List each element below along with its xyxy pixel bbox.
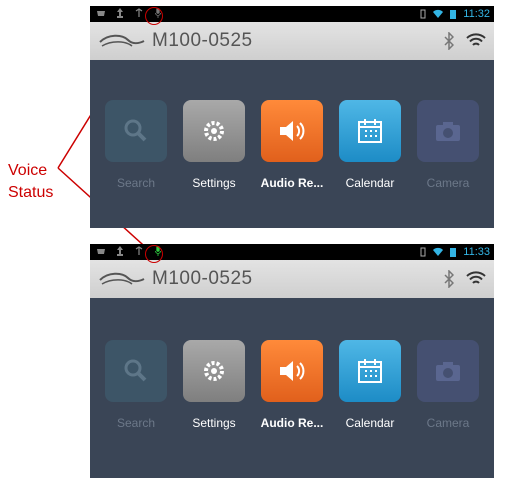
wifi-status-icon bbox=[433, 9, 444, 18]
gear-icon bbox=[204, 361, 224, 381]
title-bar: M100-0525 bbox=[90, 22, 494, 60]
calendar-icon bbox=[358, 119, 382, 143]
search-tile[interactable] bbox=[105, 100, 167, 162]
voice-status-highlight-1 bbox=[145, 7, 163, 25]
antenna-icon bbox=[135, 246, 143, 255]
search-tile[interactable] bbox=[105, 340, 167, 402]
device-screen-2: 11:33 M100-0525 Search Settings Audio Re… bbox=[90, 244, 494, 478]
notification-icon bbox=[97, 249, 105, 254]
app-camera[interactable]: Camera bbox=[412, 100, 484, 190]
camera-icon bbox=[436, 122, 460, 141]
vuzix-logo-icon bbox=[99, 34, 145, 47]
app-label-audio: Audio Re... bbox=[260, 176, 324, 190]
vibrate-icon bbox=[420, 247, 426, 257]
title-bar: M100-0525 bbox=[90, 260, 494, 298]
audio-tile[interactable] bbox=[261, 100, 323, 162]
app-search[interactable]: Search bbox=[100, 340, 172, 430]
calendar-tile[interactable] bbox=[339, 100, 401, 162]
app-label-search: Search bbox=[116, 176, 156, 190]
voice-status-highlight-2 bbox=[145, 245, 163, 263]
bluetooth-icon bbox=[444, 32, 454, 50]
app-grid: Search Settings Audio Re... Calendar Cam… bbox=[100, 340, 484, 430]
camera-icon bbox=[436, 362, 460, 381]
app-label-search: Search bbox=[116, 416, 156, 430]
gear-icon bbox=[204, 121, 224, 141]
camera-tile[interactable] bbox=[417, 340, 479, 402]
vibrate-icon bbox=[420, 9, 426, 19]
settings-tile[interactable] bbox=[183, 100, 245, 162]
app-label-settings: Settings bbox=[192, 416, 236, 430]
app-label-camera: Camera bbox=[426, 176, 470, 190]
search-icon bbox=[124, 119, 147, 142]
device-name: M100-0525 bbox=[152, 30, 253, 51]
app-audio-recorder[interactable]: Audio Re... bbox=[256, 340, 328, 430]
clock: 11:33 bbox=[463, 246, 490, 258]
calendar-icon bbox=[358, 359, 382, 383]
app-label-settings: Settings bbox=[192, 176, 236, 190]
calendar-tile[interactable] bbox=[339, 340, 401, 402]
app-grid: Search Settings Audio Re... Calendar Cam… bbox=[100, 100, 484, 190]
app-label-calendar: Calendar bbox=[345, 416, 395, 430]
app-label-calendar: Calendar bbox=[345, 176, 395, 190]
app-calendar[interactable]: Calendar bbox=[334, 100, 406, 190]
wifi-icon bbox=[466, 271, 486, 284]
wifi-icon bbox=[466, 33, 486, 46]
app-settings[interactable]: Settings bbox=[178, 340, 250, 430]
notification-icon bbox=[97, 11, 105, 16]
app-settings[interactable]: Settings bbox=[178, 100, 250, 190]
app-search[interactable]: Search bbox=[100, 100, 172, 190]
speaker-icon bbox=[280, 361, 305, 381]
settings-tile[interactable] bbox=[183, 340, 245, 402]
device-name: M100-0525 bbox=[152, 268, 253, 289]
app-camera[interactable]: Camera bbox=[412, 340, 484, 430]
bluetooth-icon bbox=[444, 270, 454, 288]
app-audio-recorder[interactable]: Audio Re... bbox=[256, 100, 328, 190]
app-calendar[interactable]: Calendar bbox=[334, 340, 406, 430]
battery-icon bbox=[450, 248, 457, 257]
audio-tile[interactable] bbox=[261, 340, 323, 402]
antenna-icon bbox=[135, 8, 143, 17]
wifi-status-icon bbox=[433, 247, 444, 256]
usb-icon bbox=[117, 8, 123, 18]
battery-icon bbox=[450, 10, 457, 19]
speaker-icon bbox=[280, 121, 305, 141]
app-label-audio: Audio Re... bbox=[260, 416, 324, 430]
device-screen-1: 11:32 M100-0525 Search Settings Audio Re… bbox=[90, 6, 494, 228]
camera-tile[interactable] bbox=[417, 100, 479, 162]
vuzix-logo-icon bbox=[99, 272, 145, 285]
usb-icon bbox=[117, 246, 123, 256]
clock: 11:32 bbox=[463, 8, 490, 20]
search-icon bbox=[124, 359, 147, 382]
app-label-camera: Camera bbox=[426, 416, 470, 430]
